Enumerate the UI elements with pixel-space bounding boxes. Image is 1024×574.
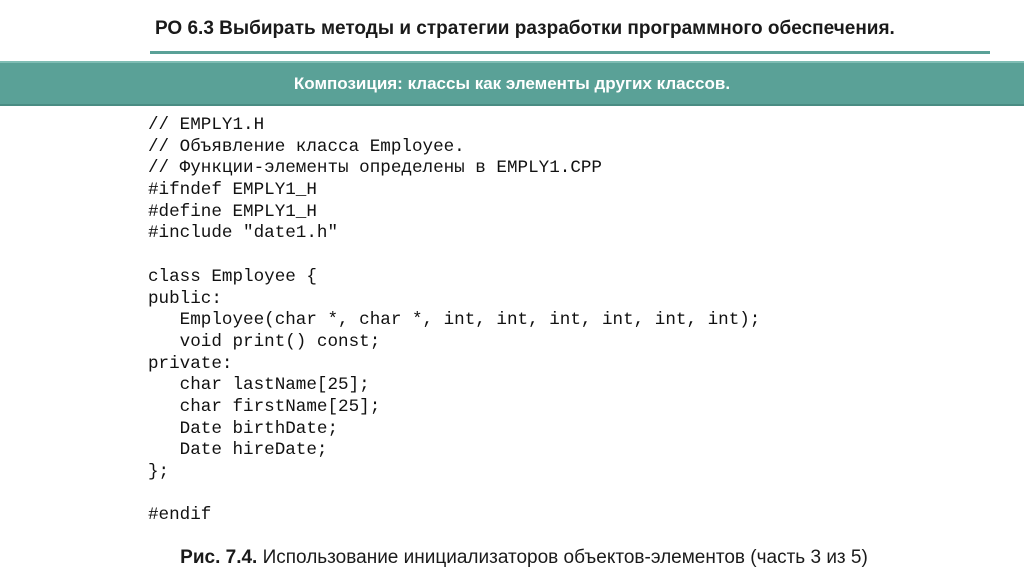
code-line: #define EMPLY1_H xyxy=(148,201,317,222)
code-line: Employee(char *, char *, int, int, int, … xyxy=(148,310,761,331)
banner-heading: Композиция: классы как элементы других к… xyxy=(293,73,731,93)
code-line: void print() const; xyxy=(148,331,381,352)
code-line: public: xyxy=(148,288,222,309)
code-line: }; xyxy=(148,462,170,482)
title-underline xyxy=(150,51,990,54)
code-line: #endif xyxy=(148,505,212,526)
code-line: #ifndef EMPLY1_H xyxy=(148,180,317,201)
caption-label: Рис. 7.4. xyxy=(180,547,258,568)
code-line: Date hireDate; xyxy=(148,440,328,461)
code-line: #include "date1.h" xyxy=(148,223,339,244)
code-line: // EMPLY1.H xyxy=(148,115,265,135)
code-line: Date birthDate; xyxy=(148,418,339,439)
section-banner: Композиция: классы как элементы других к… xyxy=(0,61,1024,106)
code-line: // Объявление класса Employee. xyxy=(148,136,465,157)
code-line: class Employee { xyxy=(148,266,317,287)
code-line: private: xyxy=(148,353,233,374)
caption-text: Использование инициализаторов объектов-э… xyxy=(257,547,868,568)
code-listing: // EMPLY1.H// Объявление класса Employee… xyxy=(148,115,760,527)
code-line: // Функции-элементы определены в EMPLY1.… xyxy=(148,158,602,179)
code-line: char firstName[25]; xyxy=(148,396,381,417)
slide-title: РО 6.3 Выбирать методы и стратегии разра… xyxy=(155,18,895,39)
code-line: char lastName[25]; xyxy=(148,375,370,396)
figure-caption: Рис. 7.4. Использование инициализаторов … xyxy=(0,547,1024,569)
